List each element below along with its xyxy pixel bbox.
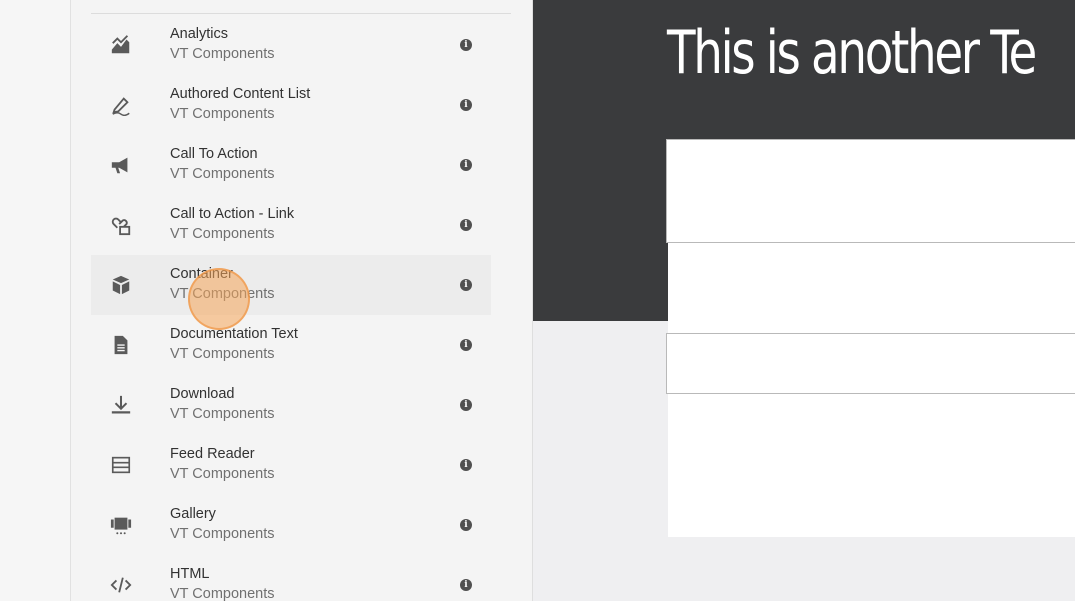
link-icon <box>109 213 133 237</box>
component-group: VT Components <box>170 586 275 601</box>
component-title: Authored Content List <box>170 86 311 102</box>
gallery-icon <box>109 513 133 537</box>
component-group: VT Components <box>170 226 275 242</box>
components-list: Analytics VT Components i Authored Conte… <box>91 15 491 601</box>
component-title: Download <box>170 386 235 402</box>
info-icon[interactable]: i <box>460 339 472 351</box>
pen-icon <box>109 93 133 117</box>
component-title: Call to Action - Link <box>170 206 295 222</box>
component-group: VT Components <box>170 46 275 62</box>
info-icon[interactable]: i <box>460 159 472 171</box>
analytics-chart-icon <box>109 33 133 57</box>
component-group: VT Components <box>170 526 275 542</box>
component-placeholder[interactable] <box>666 139 1075 243</box>
component-title: Documentation Text <box>170 326 298 342</box>
component-group: VT Components <box>170 286 275 302</box>
info-icon[interactable]: i <box>460 219 472 231</box>
component-group: VT Components <box>170 166 275 182</box>
document-icon <box>109 333 133 357</box>
component-item-download[interactable]: Download VT Components i <box>91 375 491 435</box>
component-item-authored-content-list[interactable]: Authored Content List VT Components i <box>91 75 491 135</box>
component-title: HTML <box>170 566 210 582</box>
component-group: VT Components <box>170 466 275 482</box>
component-item-html[interactable]: HTML VT Components i <box>91 555 491 601</box>
component-group: VT Components <box>170 346 275 362</box>
component-title: Container <box>170 266 233 282</box>
info-icon[interactable]: i <box>460 519 472 531</box>
panel-divider <box>91 13 511 14</box>
components-panel: Analytics VT Components i Authored Conte… <box>71 0 533 601</box>
download-icon <box>109 393 133 417</box>
component-title: Gallery <box>170 506 216 522</box>
page-canvas: This is another Te <box>533 0 1075 601</box>
left-rail <box>0 0 71 601</box>
component-item-container[interactable]: Container VT Components i <box>91 255 491 315</box>
hero-title: This is another Te <box>667 18 1037 88</box>
component-item-documentation-text[interactable]: Documentation Text VT Components i <box>91 315 491 375</box>
info-icon[interactable]: i <box>460 39 472 51</box>
component-item-call-to-action[interactable]: Call To Action VT Components i <box>91 135 491 195</box>
component-item-call-to-action-link[interactable]: Call to Action - Link VT Components i <box>91 195 491 255</box>
megaphone-icon <box>109 153 133 177</box>
component-group: VT Components <box>170 106 275 122</box>
info-icon[interactable]: i <box>460 99 472 111</box>
component-placeholder[interactable] <box>666 333 1075 394</box>
component-title: Feed Reader <box>170 446 255 462</box>
component-item-gallery[interactable]: Gallery VT Components i <box>91 495 491 555</box>
feed-list-icon <box>109 453 133 477</box>
box-icon <box>109 273 133 297</box>
component-item-feed-reader[interactable]: Feed Reader VT Components i <box>91 435 491 495</box>
component-title: Call To Action <box>170 146 258 162</box>
component-title: Analytics <box>170 26 229 42</box>
info-icon[interactable]: i <box>460 279 472 291</box>
code-icon <box>109 573 133 597</box>
info-icon[interactable]: i <box>460 579 472 591</box>
component-group: VT Components <box>170 406 275 422</box>
info-icon[interactable]: i <box>460 459 472 471</box>
component-item-analytics[interactable]: Analytics VT Components i <box>91 15 491 75</box>
info-icon[interactable]: i <box>460 399 472 411</box>
